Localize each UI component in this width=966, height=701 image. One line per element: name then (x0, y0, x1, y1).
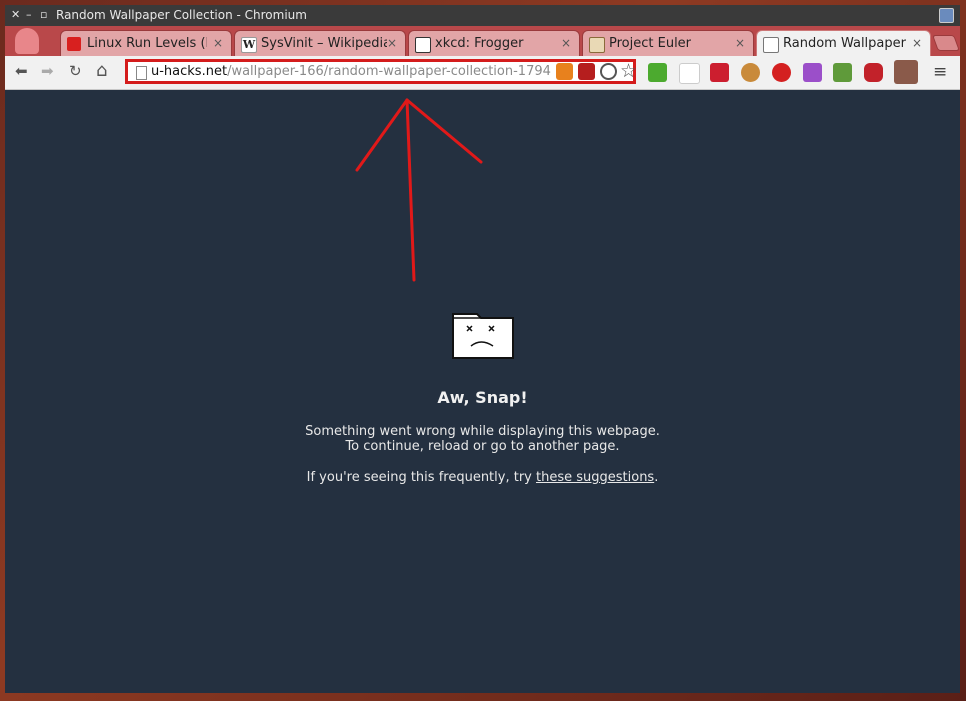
suggestions-link[interactable]: these suggestions (536, 470, 654, 485)
new-tab-button[interactable] (932, 35, 960, 51)
tab-project-euler[interactable]: Project Euler × (582, 30, 754, 56)
maximize-window-icon[interactable]: ▫ (40, 8, 47, 21)
suggestion-suffix: . (654, 470, 659, 485)
tab-linux-run-levels[interactable]: Linux Run Levels (Pa × (60, 30, 232, 56)
url-host: u-hacks.net (151, 64, 228, 79)
blocked-plugin-icon[interactable] (600, 63, 617, 80)
tab-close-icon[interactable]: × (912, 36, 922, 50)
xkcd-icon (415, 37, 431, 53)
error-message-line3: If you're seeing this frequently, try th… (5, 470, 960, 485)
cookie-icon[interactable] (741, 63, 760, 82)
user-avatar-icon[interactable] (894, 60, 918, 84)
tab-close-icon[interactable]: × (735, 36, 745, 50)
page-content: Aw, Snap! Something went wrong while dis… (5, 90, 960, 693)
title-bar: ✕ – ▫ Random Wallpaper Collection - Chro… (5, 5, 960, 26)
tab-strip: Linux Run Levels (Pa × W SysVinit – Wiki… (5, 26, 960, 56)
error-message-line2: To continue, reload or go to another pag… (345, 439, 620, 454)
tab-random-wallpaper[interactable]: Random Wallpaper C × (756, 30, 931, 56)
gmail-icon[interactable] (679, 63, 700, 84)
tab-xkcd-frogger[interactable]: xkcd: Frogger × (408, 30, 580, 56)
broken-page-icon (763, 37, 779, 53)
profile-avatar-icon[interactable] (15, 28, 39, 54)
flash-icon[interactable] (578, 63, 595, 80)
back-button[interactable]: ⬅ (15, 62, 28, 80)
browser-window: ✕ – ▫ Random Wallpaper Collection - Chro… (5, 5, 960, 693)
error-message-line1: Something went wrong while displaying th… (305, 424, 660, 439)
error-heading: Aw, Snap! (437, 388, 528, 407)
sad-tab-folder-icon (452, 313, 514, 359)
project-euler-icon (589, 37, 605, 53)
forward-button[interactable]: ➡ (41, 62, 54, 80)
tab-label: Project Euler (609, 36, 692, 51)
rss-icon[interactable] (556, 63, 573, 80)
tab-label: Random Wallpaper C (783, 36, 907, 51)
menu-icon[interactable]: ≡ (933, 62, 947, 82)
tab-close-icon[interactable]: × (561, 36, 571, 50)
todo-check-icon[interactable] (648, 63, 667, 82)
suggestion-prefix: If you're seeing this frequently, try (306, 470, 536, 485)
chromium-app-icon (939, 8, 954, 23)
close-window-icon[interactable]: ✕ (11, 8, 20, 21)
address-url[interactable]: u-hacks.net/wallpaper-166/random-wallpap… (151, 64, 551, 79)
bookmark-star-icon[interactable]: ☆ (620, 60, 637, 82)
home-button[interactable]: ⌂ (96, 60, 107, 81)
tab-label: Linux Run Levels (Pa (87, 36, 207, 51)
lastpass-icon[interactable] (710, 63, 729, 82)
wikipedia-icon: W (241, 37, 257, 53)
tab-label: SysVinit – Wikipedia (261, 36, 387, 51)
reload-button[interactable]: ↻ (69, 62, 82, 80)
tab-sysvinit-wikipedia[interactable]: W SysVinit – Wikipedia × (234, 30, 406, 56)
extension-arrow-icon[interactable] (803, 63, 822, 82)
url-path: /wallpaper-166/random-wallpaper-collecti… (227, 64, 551, 79)
monster-extension-icon[interactable] (864, 63, 883, 82)
minimize-window-icon[interactable]: – (26, 8, 32, 21)
window-title: Random Wallpaper Collection - Chromium (56, 8, 307, 22)
tab-close-icon[interactable]: × (387, 36, 397, 50)
page-icon (136, 66, 147, 80)
tab-close-icon[interactable]: × (213, 36, 223, 50)
adblock-icon[interactable] (772, 63, 791, 82)
download-icon[interactable] (833, 63, 852, 82)
youtube-icon (67, 37, 81, 51)
address-bar[interactable]: u-hacks.net/wallpaper-166/random-wallpap… (125, 59, 637, 84)
tab-label: xkcd: Frogger (435, 36, 524, 51)
browser-toolbar: ⬅ ➡ ↻ ⌂ u-hacks.net/wallpaper-166/random… (5, 56, 960, 90)
